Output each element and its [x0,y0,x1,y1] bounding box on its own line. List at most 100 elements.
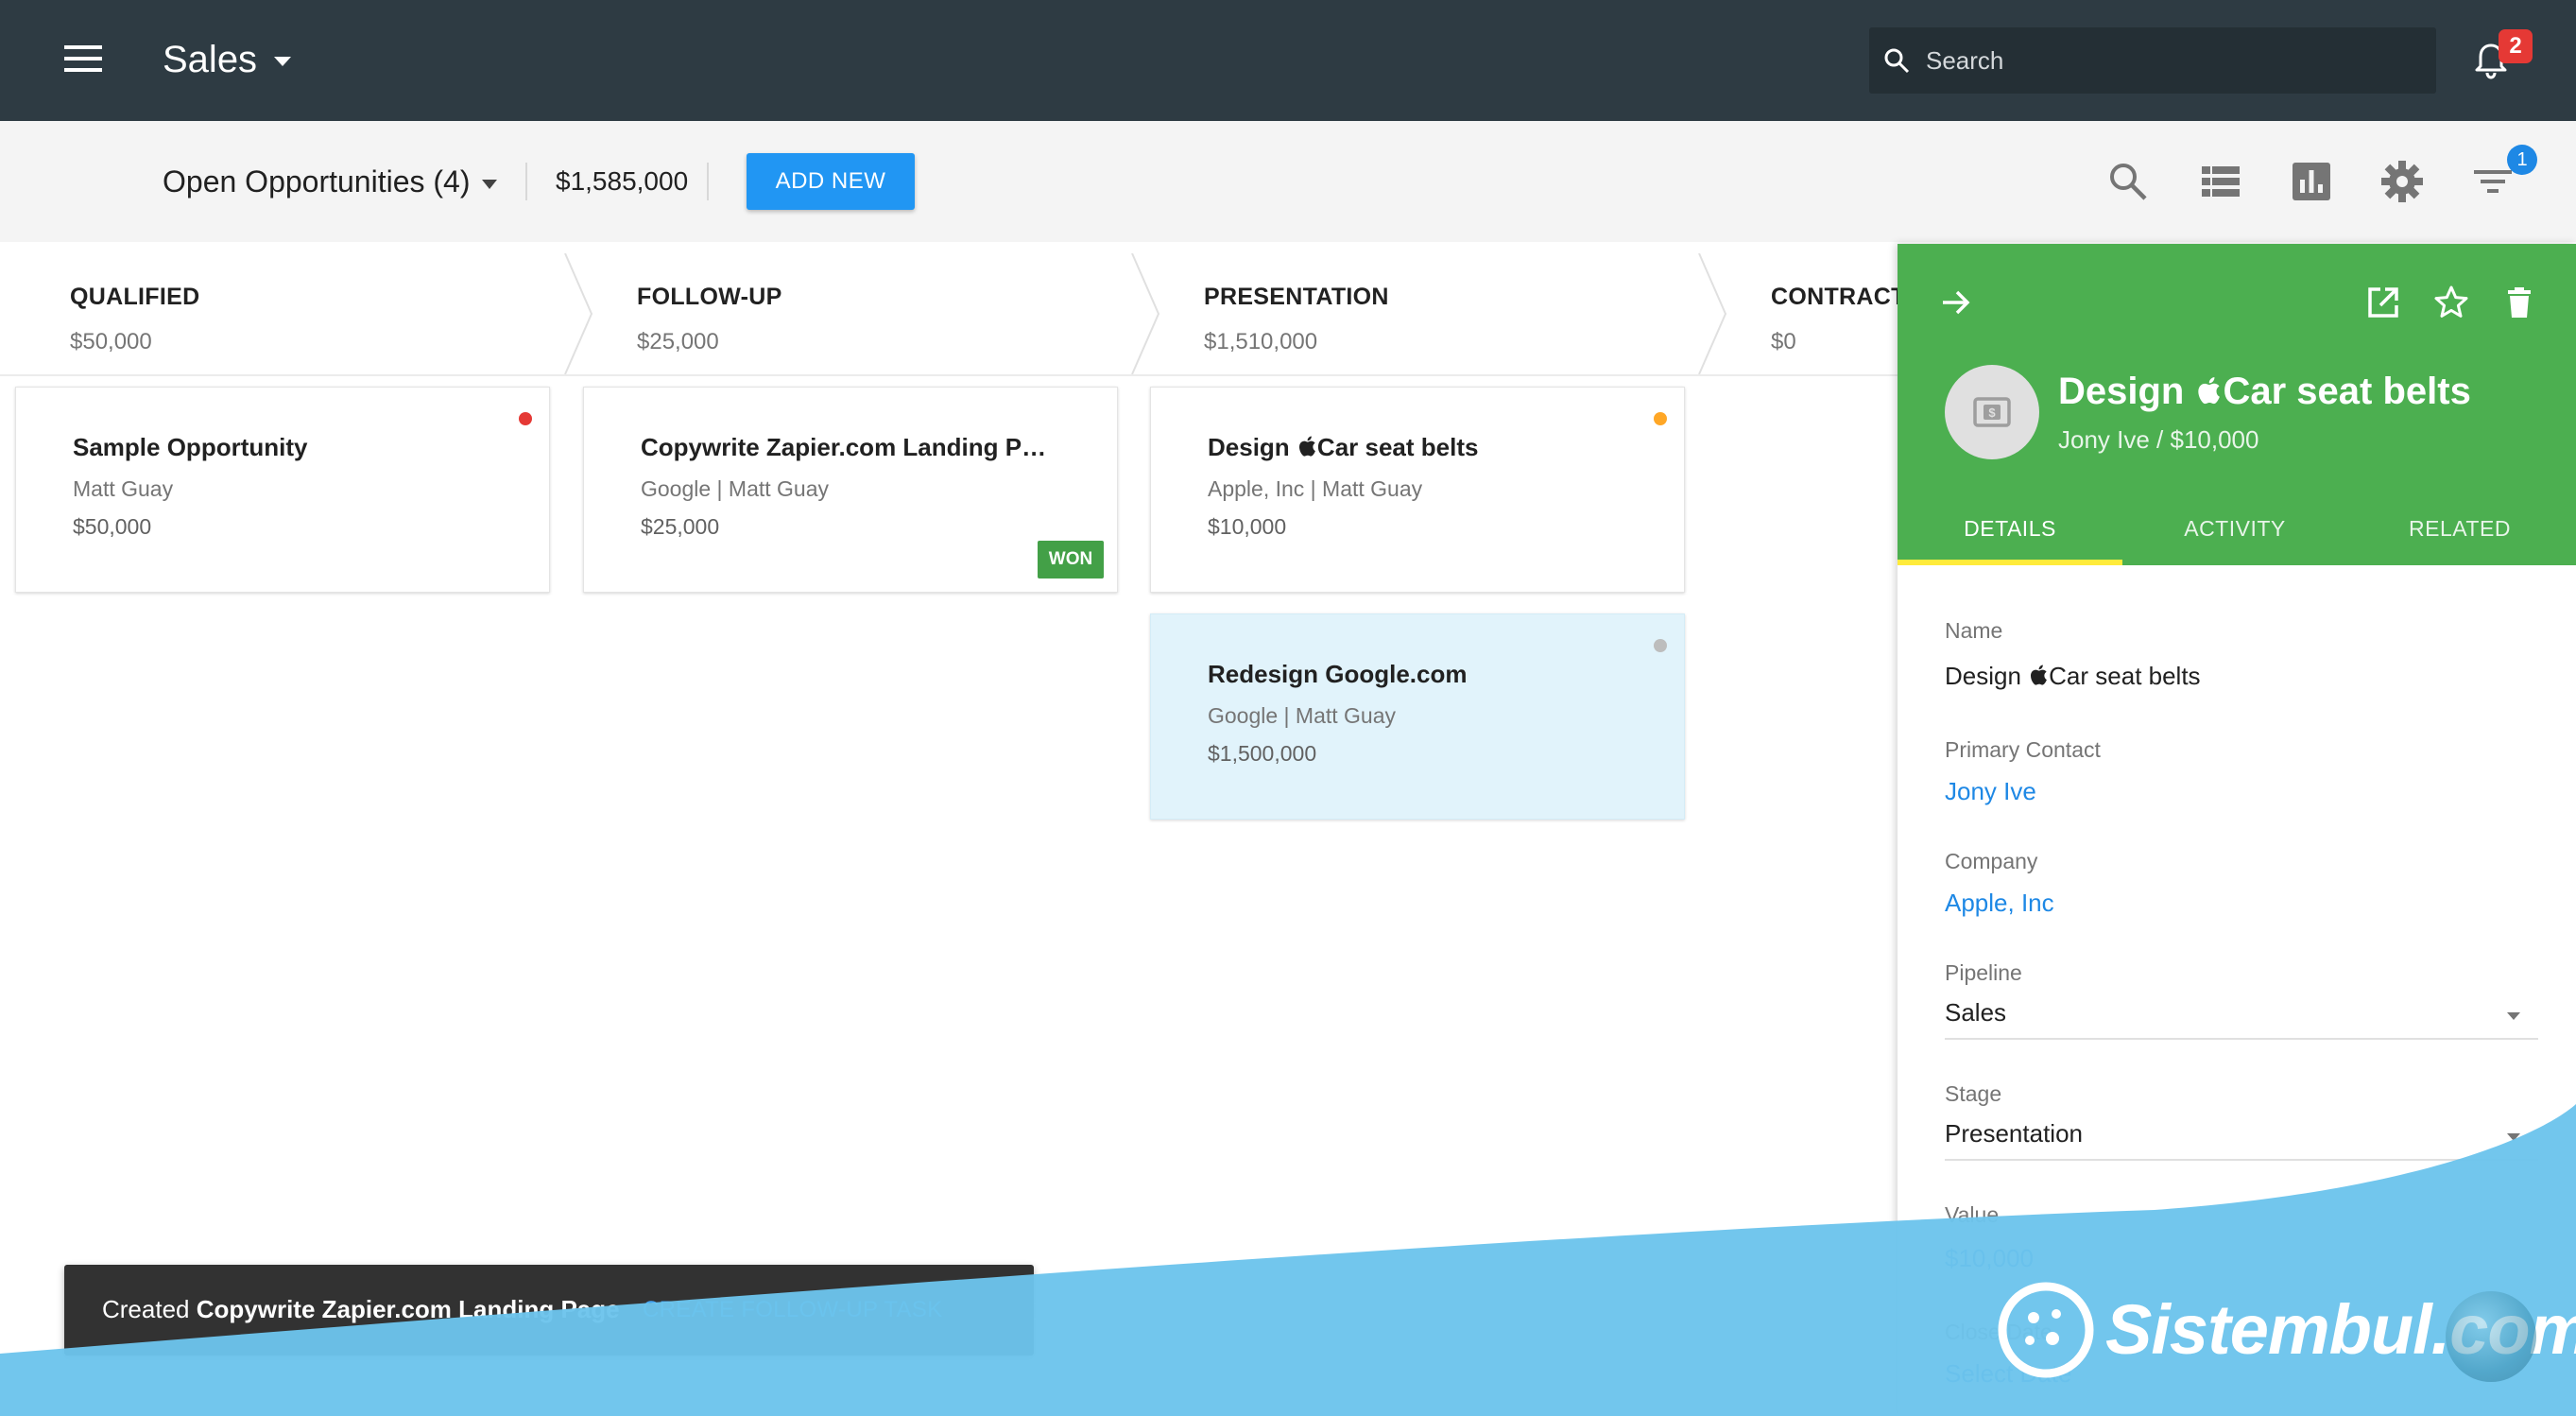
stage-select-value: Presentation [1945,1119,2083,1148]
view-selector[interactable]: Open Opportunities (4) [163,159,471,204]
card-title: Sample Opportunity [73,433,308,461]
card-title: Redesign Google.com [1208,660,1468,688]
close-icon[interactable] [1032,1299,1056,1323]
watermark-logo-icon [1998,1282,2094,1378]
name-field[interactable]: Design Car seat belts [1945,662,2201,691]
stage-amount: $50,000 [70,329,152,354]
stage-qualified[interactable]: QUALIFIED $50,000 [0,253,567,374]
stage-amount: $25,000 [637,329,719,354]
primary-contact-link[interactable]: Jony Ive [1945,777,2036,806]
opportunity-card[interactable]: Copywrite Zapier.com Landing P… Google |… [583,387,1118,593]
snackbar-message: Created Copywrite Zapier.com Landing Pag… [102,1295,620,1324]
card-title: Design Car seat belts [1208,433,1478,462]
stage-name: PRESENTATION [1204,284,1389,310]
svg-text:$: $ [1988,406,1996,420]
panel-title: Design Car seat belts [2058,371,2471,413]
search-box[interactable] [1869,27,2436,94]
pipeline-total-value: $1,585,000 [556,166,689,196]
search-icon [1884,48,1910,74]
card-contact: Google | Matt Guay [1208,703,1397,728]
arrow-right-icon[interactable] [1937,284,1975,321]
pipeline-label: Pipeline [1945,960,2022,985]
panel-header: $ Design Car seat belts Jony Ive / $10,0… [1898,244,2576,565]
money-icon: $ [1973,397,2011,427]
chevron-down-icon[interactable] [272,55,293,68]
snackbar-message-prefix: Created [102,1295,197,1323]
apple-logo-icon [2198,377,2221,405]
opportunity-card-selected[interactable]: Redesign Google.com Google | Matt Guay $… [1150,613,1685,820]
stage-select[interactable]: Presentation [1945,1112,2538,1161]
card-value: $10,000 [1208,514,1287,539]
stage-follow-up[interactable]: FOLLOW-UP $25,000 [567,253,1134,374]
tab-details[interactable]: DETAILS [1898,505,2122,565]
open-external-icon[interactable] [2364,284,2402,321]
snackbar-notification: Created Copywrite Zapier.com Landing Pag… [64,1265,1055,1356]
stage-name: QUALIFIED [70,284,200,310]
panel-title-prefix: Design [2058,371,2195,412]
toolbar-divider [525,163,527,200]
search-input[interactable] [1924,27,2425,94]
stage-contract[interactable]: CONTRACT $0 [1701,253,1905,374]
panel-title-suffix: Car seat belts [2223,371,2471,412]
panel-subtitle: Jony Ive / $10,000 [2058,425,2259,454]
company-label: Company [1945,849,2038,873]
stage-amount: $1,510,000 [1204,329,1318,354]
active-tab-indicator [1898,560,2122,565]
apple-logo-icon [2031,665,2048,685]
chevron-down-icon[interactable] [480,179,499,190]
top-app-bar: Sales 2 [0,0,2576,121]
opportunity-card[interactable]: Design Car seat belts Apple, Inc | Matt … [1150,387,1685,593]
trash-icon[interactable] [2500,284,2538,321]
company-link[interactable]: Apple, Inc [1945,889,2054,918]
filter-count-badge: 1 [2507,145,2537,175]
pipeline-stages: QUALIFIED $50,000 FOLLOW-UP $25,000 PRES… [0,253,1905,376]
bar-chart-icon[interactable] [2289,159,2334,204]
card-contact: Matt Guay [73,476,174,501]
opportunity-detail-panel: $ Design Car seat belts Jony Ive / $10,0… [1898,244,2576,1416]
card-title: Copywrite Zapier.com Landing P… [641,433,1047,461]
value-field[interactable]: $10,000 [1945,1244,2034,1273]
toolbar-divider [707,163,709,200]
pipeline-select[interactable]: Sales [1945,991,2538,1040]
chevron-down-icon [2507,1133,2520,1141]
app-title[interactable]: Sales [163,36,257,83]
priority-dot [519,412,532,425]
chevron-down-icon [2507,1012,2520,1020]
notification-count-badge: 2 [2499,29,2533,63]
apple-logo-icon [1298,436,1315,457]
stage-amount: $0 [1771,329,1796,354]
create-follow-up-task-button[interactable]: CREATE FOLLOW-UP TASK [643,1297,942,1323]
card-contact: Apple, Inc | Matt Guay [1208,476,1423,501]
stage-name: FOLLOW-UP [637,284,782,310]
view-toolbar: Open Opportunities (4) $1,585,000 ADD NE… [0,121,2576,242]
priority-dot [1654,639,1667,652]
primary-contact-label: Primary Contact [1945,737,2101,762]
value-label: Value [1945,1202,2000,1227]
tab-activity[interactable]: ACTIVITY [2122,505,2347,565]
won-badge: WON [1038,541,1104,578]
name-prefix: Design [1945,662,2029,690]
snackbar-message-item: Copywrite Zapier.com Landing Page [196,1295,620,1323]
name-label: Name [1945,618,2003,643]
opportunity-avatar: $ [1945,365,2039,459]
search-icon[interactable] [2105,159,2151,204]
opportunity-card[interactable]: Sample Opportunity Matt Guay $50,000 [15,387,550,593]
card-value: $25,000 [641,514,720,539]
stage-presentation[interactable]: PRESENTATION $1,510,000 [1134,253,1701,374]
priority-dot [1654,412,1667,425]
pipeline-select-value: Sales [1945,998,2007,1027]
card-value: $50,000 [73,514,152,539]
stage-name: CONTRACT [1771,284,1906,310]
star-icon[interactable] [2432,284,2470,321]
tab-related[interactable]: RELATED [2347,505,2572,565]
stage-label: Stage [1945,1081,2002,1106]
card-title-text: Design Car seat belts [1208,433,1479,461]
gear-icon[interactable] [2379,159,2425,204]
add-new-button[interactable]: ADD NEW [747,153,915,210]
card-value: $1,500,000 [1208,741,1317,766]
list-view-icon[interactable] [2198,159,2243,204]
watermark-globe-icon [2446,1291,2536,1382]
hamburger-menu-icon[interactable] [64,43,102,74]
name-suffix: Car seat belts [2049,662,2201,690]
card-contact: Google | Matt Guay [641,476,830,501]
